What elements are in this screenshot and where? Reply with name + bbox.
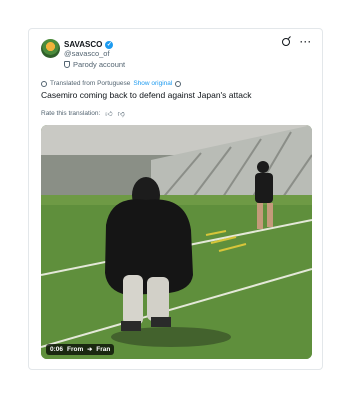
video-time: 0:06 bbox=[50, 346, 64, 353]
video-from-source[interactable]: Fran bbox=[96, 346, 110, 353]
video-timestamp: 0:06 From ➔ Fran bbox=[46, 344, 115, 355]
parody-label: Parody account bbox=[64, 60, 125, 69]
author-avatar[interactable] bbox=[41, 39, 60, 58]
parody-mask-icon bbox=[64, 61, 70, 68]
tweet-actions-top: ··· bbox=[282, 38, 312, 47]
thumbs-up-icon[interactable]: 👍︎ bbox=[105, 109, 112, 118]
translation-notice: Translated from Portuguese Show original bbox=[41, 80, 182, 87]
video-player[interactable]: 0:06 From ➔ Fran bbox=[41, 125, 312, 359]
author-name[interactable]: SAVASCO bbox=[64, 40, 102, 49]
rate-translation-row: Rate this translation: 👍︎ 👎︎ bbox=[41, 109, 125, 118]
grok-icon[interactable] bbox=[282, 38, 290, 46]
tweet-card[interactable]: SAVASCO ✓ @savasco_of Parody account ···… bbox=[28, 28, 323, 370]
rate-translation-label: Rate this translation: bbox=[41, 110, 101, 117]
forward-arrow-icon: ➔ bbox=[87, 347, 93, 353]
author-handle[interactable]: @savasco_of bbox=[64, 49, 110, 58]
thumbs-down-icon[interactable]: 👎︎ bbox=[118, 109, 125, 118]
video-from-label: From bbox=[67, 346, 84, 353]
more-icon[interactable]: ··· bbox=[300, 38, 312, 47]
translation-settings-icon[interactable] bbox=[175, 80, 182, 87]
author-name-row: SAVASCO ✓ bbox=[64, 40, 114, 49]
video-frame bbox=[41, 125, 312, 359]
verified-badge-icon: ✓ bbox=[105, 40, 114, 49]
show-original-link[interactable]: Show original bbox=[133, 80, 172, 87]
globe-icon bbox=[41, 80, 47, 87]
tweet-text: Casemiro coming back to defend against J… bbox=[41, 90, 252, 100]
translation-notice-text: Translated from Portuguese bbox=[50, 80, 131, 87]
parody-label-text: Parody account bbox=[73, 60, 126, 69]
